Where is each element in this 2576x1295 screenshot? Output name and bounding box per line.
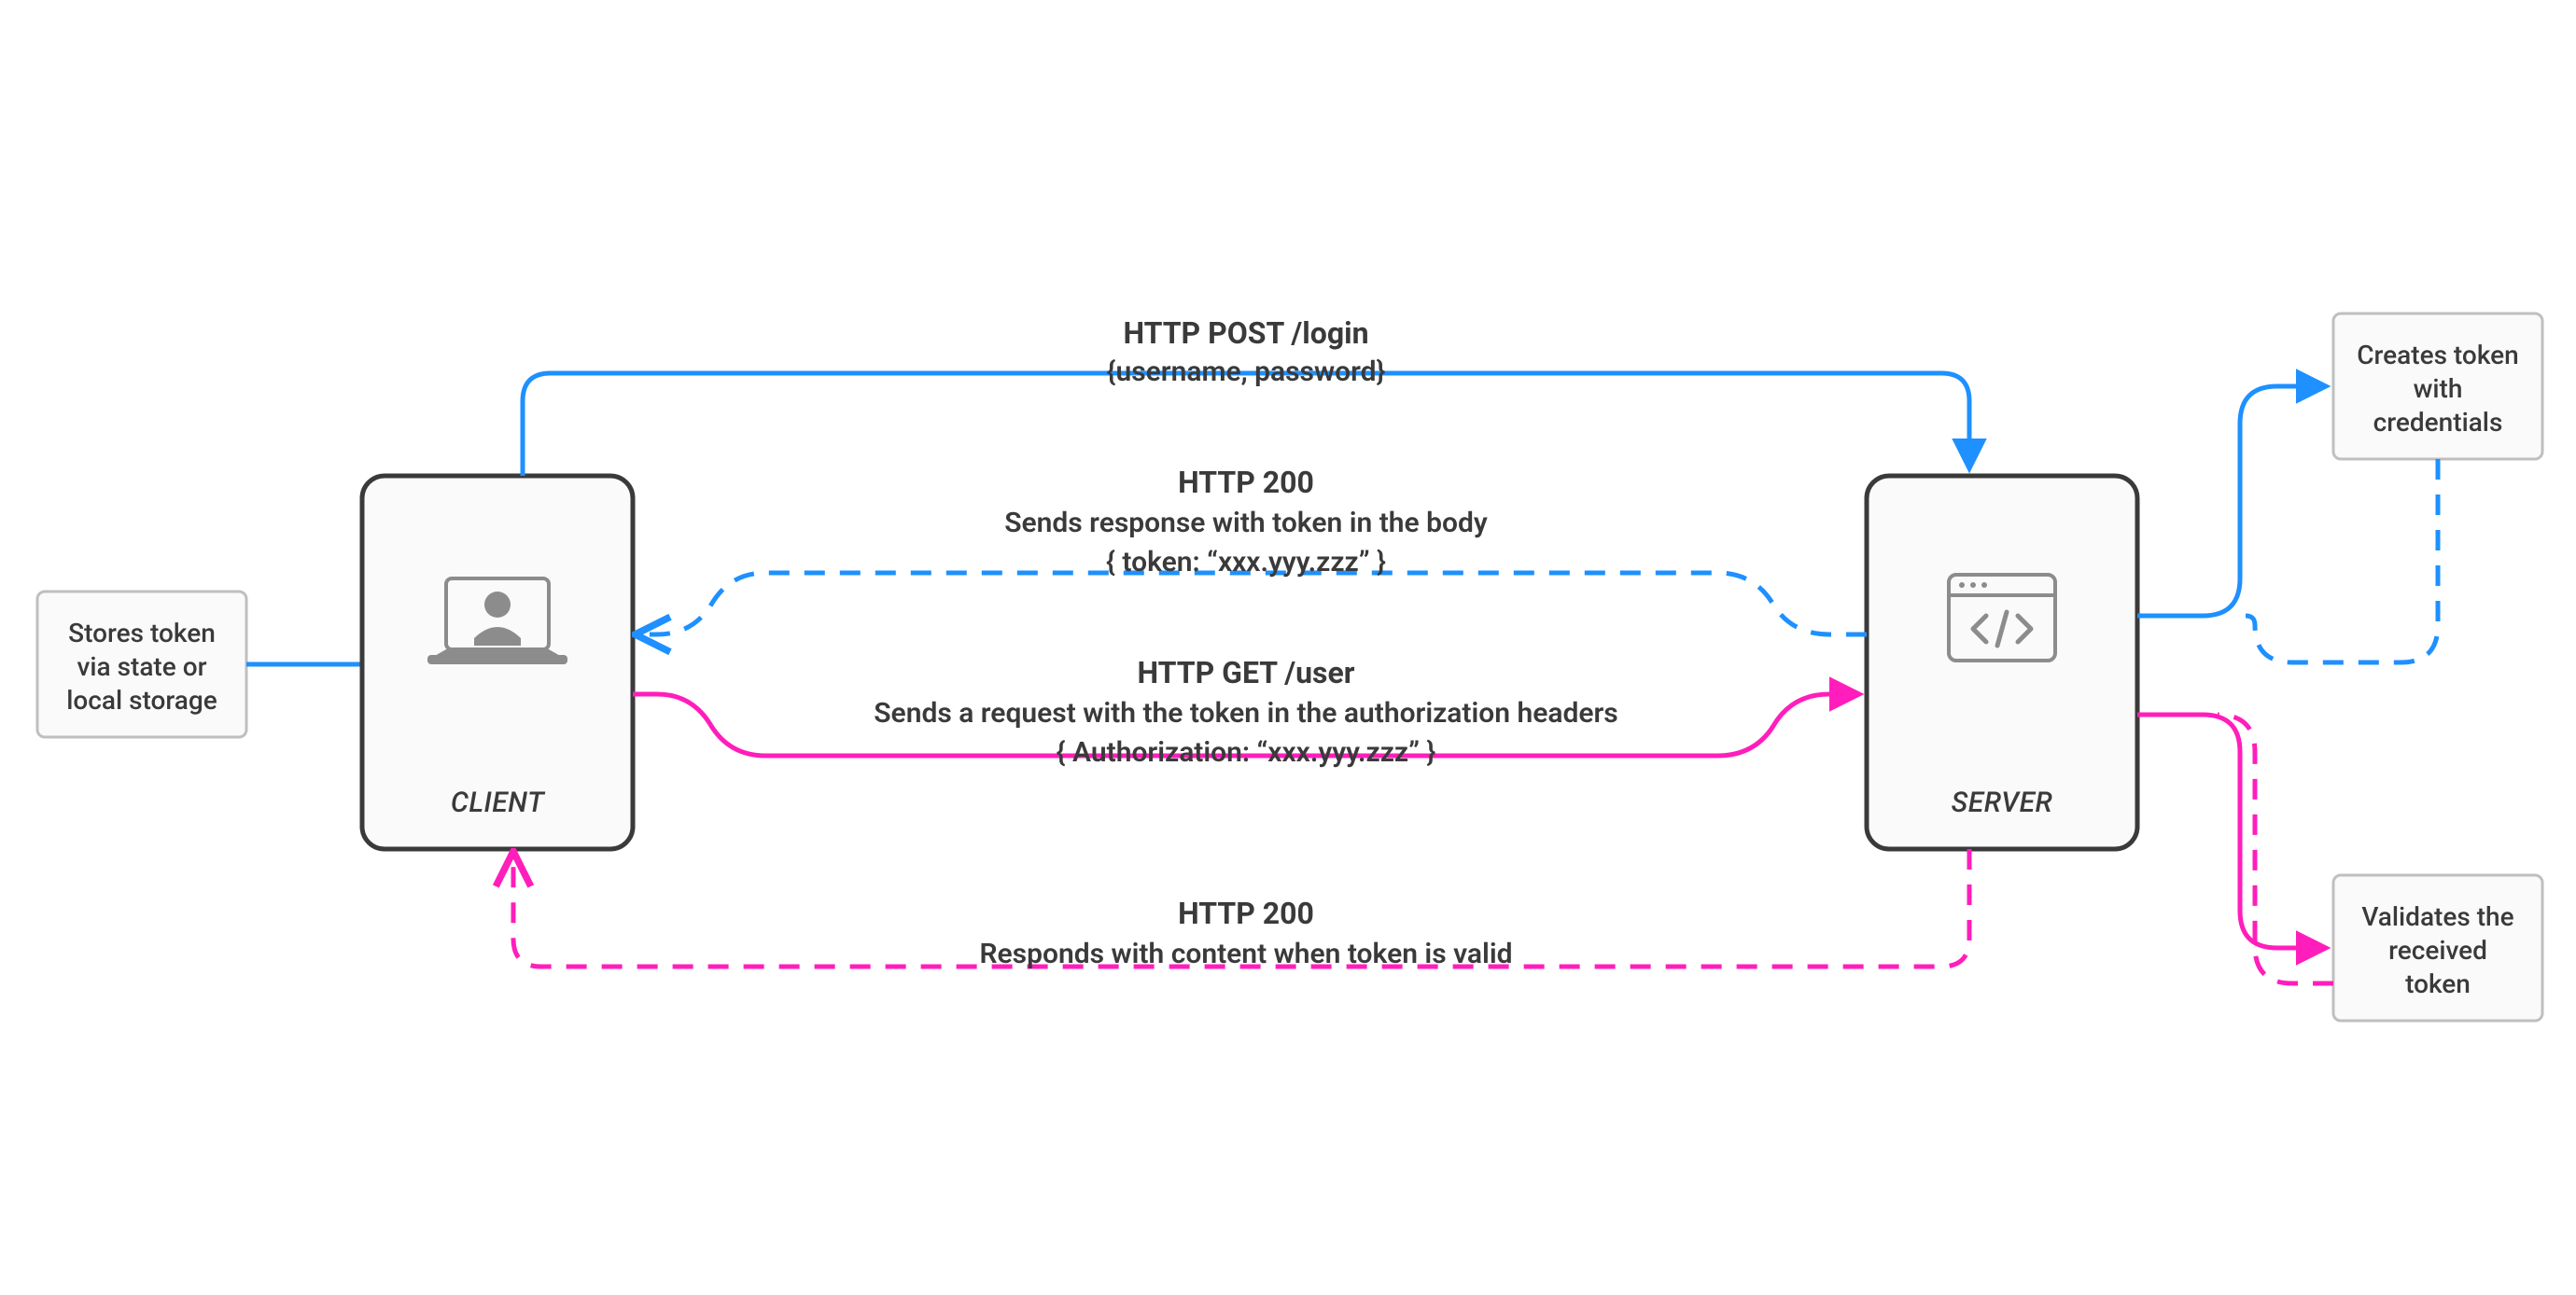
storage-line1: Stores token [68,618,216,648]
flow3-title: HTTP GET /user [1138,655,1355,690]
create-line2: with [2414,373,2463,404]
flow1-title: HTTP POST /login [1123,315,1368,351]
client-label: CLIENT [451,787,546,819]
create-line3: credentials [2373,407,2503,438]
validate-line3: token [2405,968,2471,999]
validate-line1: Validates the [2361,901,2513,932]
flow4-sub1: Responds with content when token is vali… [979,938,1512,970]
flow2-arrow [642,573,1867,634]
flow2-sub1: Sends response with token in the body [1004,507,1488,539]
server-label: SERVER [1952,787,2053,819]
flow2-title: HTTP 200 [1178,465,1314,500]
flow3-sub1: Sends a request with the token in the au… [874,697,1618,730]
flow4-title: HTTP 200 [1178,896,1314,931]
create-to-server-arrow [2246,459,2438,662]
server-to-validate-arrow [2137,715,2324,948]
client-box: CLIENT [362,476,633,849]
flow1-sub: {username, password} [1107,355,1386,388]
auth-flow-diagram: Stores token via state or local storage … [0,0,2576,1295]
flow1-arrow [523,373,1969,476]
validate-to-server-arrow [2218,715,2333,983]
create-token-box: Creates token with credentials [2333,313,2542,459]
server-to-create-arrow [2137,386,2324,616]
storage-line2: via state or [77,651,207,682]
flow3-sub2: { Authorization: “xxx.yyy.zzz” } [1057,736,1436,769]
storage-box: Stores token via state or local storage [37,592,246,737]
flow2-sub2: { token: “xxx.yyy.zzz” } [1106,546,1386,578]
server-box: SERVER [1867,476,2137,849]
create-line1: Creates token [2357,340,2519,370]
validate-token-box: Validates the received token [2333,875,2542,1021]
storage-line3: local storage [66,685,217,716]
validate-line2: received [2388,935,2487,966]
